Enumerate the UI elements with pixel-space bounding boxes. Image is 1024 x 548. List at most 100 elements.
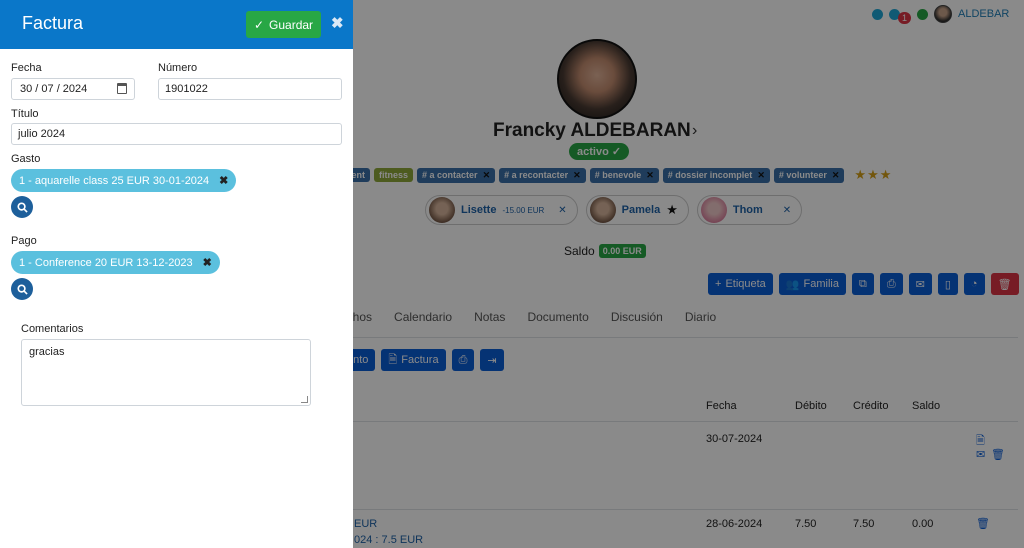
title-value: julio 2024 (18, 128, 66, 140)
resize-handle-icon[interactable] (301, 396, 308, 403)
tag[interactable]: # a contacter ✕ (417, 167, 496, 183)
comments-textarea[interactable]: gracias (21, 339, 311, 406)
payment-chip-label: 1 - Conference 20 EUR 13-12-2023 (19, 256, 193, 269)
contact-tabs: echos Calendario Notas Documento Discusi… (340, 310, 716, 324)
balance-label: Saldo (564, 244, 595, 258)
remove-icon[interactable]: ✖ (203, 256, 212, 269)
number-value: 1901022 (165, 83, 208, 95)
print-button[interactable]: ⎙ (879, 273, 903, 295)
titulo-label: Título (11, 108, 39, 120)
panel-title: Factura (22, 13, 84, 33)
topbar-icons: 1 ALDEBAR (872, 4, 1009, 24)
chevron-right-icon[interactable]: › (692, 122, 697, 140)
duplicate-button[interactable]: ⧉ (851, 273, 874, 295)
tag[interactable]: # a recontacter ✕ (499, 167, 586, 183)
remove-tag-icon[interactable]: ✕ (646, 170, 654, 180)
tag[interactable]: # dossier incomplet ✕ (662, 167, 770, 183)
avatar (589, 197, 616, 223)
family-button[interactable]: 👥 Familia (778, 273, 846, 295)
close-icon[interactable]: ✕ (558, 205, 566, 216)
close-icon[interactable]: ✖ (331, 14, 344, 32)
tag[interactable]: # volunteer ✕ (773, 167, 845, 183)
relation-name: Thom (732, 204, 763, 216)
row-date: 30-07-2024 (706, 433, 763, 445)
relations: Lisette -15.00 EUR ✕ Pamela ★ Thom ✕ (425, 195, 803, 225)
col-fecha: Fecha (706, 400, 737, 412)
col-saldo: Saldo (912, 400, 941, 412)
check-icon: ✓ (253, 17, 265, 32)
row-description[interactable]: 024 : 7.5 EUR (354, 534, 423, 546)
search-icon (16, 201, 28, 213)
whatsapp-icon: ◔ (970, 278, 978, 290)
add-tag-button[interactable]: + Etiqueta (708, 273, 773, 295)
row-balance: 0.00 (912, 518, 934, 530)
status-badge[interactable]: activo ✓ (569, 143, 630, 160)
tag[interactable]: fitness (374, 168, 414, 182)
file-export-icon: ⇥ (487, 354, 497, 367)
plus-icon: + (715, 278, 722, 290)
panel-header: Factura ✓ Guardar ✖ (0, 0, 353, 49)
trash-icon[interactable]: 🗑 (976, 517, 990, 530)
remove-tag-icon[interactable]: ✕ (573, 170, 581, 180)
notification-count-badge: 1 (898, 12, 912, 24)
email-button[interactable]: ✉ (908, 273, 932, 295)
remove-tag-icon[interactable]: ✕ (757, 170, 765, 180)
comentarios-label: Comentarios (21, 323, 84, 335)
row-credit: 7.50 (853, 518, 875, 530)
mobile-button[interactable]: ▯ (937, 273, 958, 295)
help-icon[interactable] (872, 8, 883, 20)
date-value: 30 / 07 / 2024 (20, 83, 88, 95)
remove-icon[interactable]: ✖ (219, 174, 228, 187)
relation-chip[interactable]: Pamela ★ (585, 195, 689, 225)
invoice-button[interactable]: 🗎 Factura (381, 349, 446, 371)
search-payment-button[interactable] (11, 278, 33, 300)
delete-button[interactable]: 🗑 (990, 273, 1019, 295)
expense-chip-label: 1 - aquarelle class 25 EUR 30-01-2024 (19, 174, 210, 187)
tab-diario[interactable]: Diario (685, 310, 716, 324)
relation-chip[interactable]: Thom ✕ (696, 195, 803, 225)
contact-name: Francky ALDEBARAN (493, 120, 691, 141)
row-description[interactable]: EUR (354, 518, 377, 530)
users-icon: 👥 (785, 278, 800, 291)
row-date: 28-06-2024 (706, 518, 763, 530)
search-expense-button[interactable] (11, 196, 33, 218)
print-icon: ⎙ (886, 277, 896, 290)
print-button[interactable]: ⎙ (451, 349, 475, 371)
contact-avatar (557, 39, 637, 119)
whatsapp-button[interactable]: ◔ (963, 273, 985, 295)
remove-tag-icon[interactable]: ✕ (832, 170, 840, 180)
tab-documento[interactable]: Documento (527, 310, 588, 324)
invoice-panel: Factura ✓ Guardar ✖ Fecha 30 / 07 / 2024… (0, 0, 353, 548)
tag-list: erent fitness # a contacter ✕ # a reconta… (338, 167, 892, 183)
date-field[interactable]: 30 / 07 / 2024 (11, 78, 135, 100)
rating-stars[interactable]: ★★★ (854, 167, 892, 183)
gasto-label: Gasto (11, 153, 41, 165)
pago-label: Pago (11, 235, 37, 247)
divider (353, 509, 1018, 510)
calendar-icon[interactable] (117, 83, 127, 94)
tab-discusion[interactable]: Discusión (611, 310, 663, 324)
divider (353, 421, 1018, 422)
close-icon[interactable]: ✕ (783, 205, 791, 216)
save-button[interactable]: ✓ Guardar (246, 11, 321, 38)
relation-name: Lisette (461, 204, 497, 216)
relation-chip[interactable]: Lisette -15.00 EUR ✕ (425, 195, 578, 225)
tab-calendario[interactable]: Calendario (394, 310, 452, 324)
expense-chip[interactable]: 1 - aquarelle class 25 EUR 30-01-2024 ✖ (11, 169, 237, 192)
payment-chip[interactable]: 1 - Conference 20 EUR 13-12-2023 ✖ (11, 251, 220, 274)
envelope-icon[interactable]: ✉ (976, 448, 985, 461)
divider (353, 337, 1018, 338)
number-field[interactable]: 1901022 (158, 78, 342, 100)
tag[interactable]: # benevole ✕ (589, 167, 659, 183)
tab-notas[interactable]: Notas (474, 310, 505, 324)
fecha-label: Fecha (11, 62, 42, 74)
user-avatar[interactable] (934, 5, 953, 23)
trash-icon: 🗑 (997, 278, 1012, 291)
avatar (429, 197, 455, 223)
title-field[interactable]: julio 2024 (11, 123, 342, 145)
remove-tag-icon[interactable]: ✕ (483, 170, 491, 180)
export-button[interactable]: ⇥ (480, 349, 504, 371)
user-menu[interactable]: ALDEBAR (958, 8, 1009, 20)
trash-icon[interactable]: 🗑 (991, 448, 1005, 461)
ledger-actions: ento 🗎 Factura ⎙ ⇥ (340, 349, 504, 371)
